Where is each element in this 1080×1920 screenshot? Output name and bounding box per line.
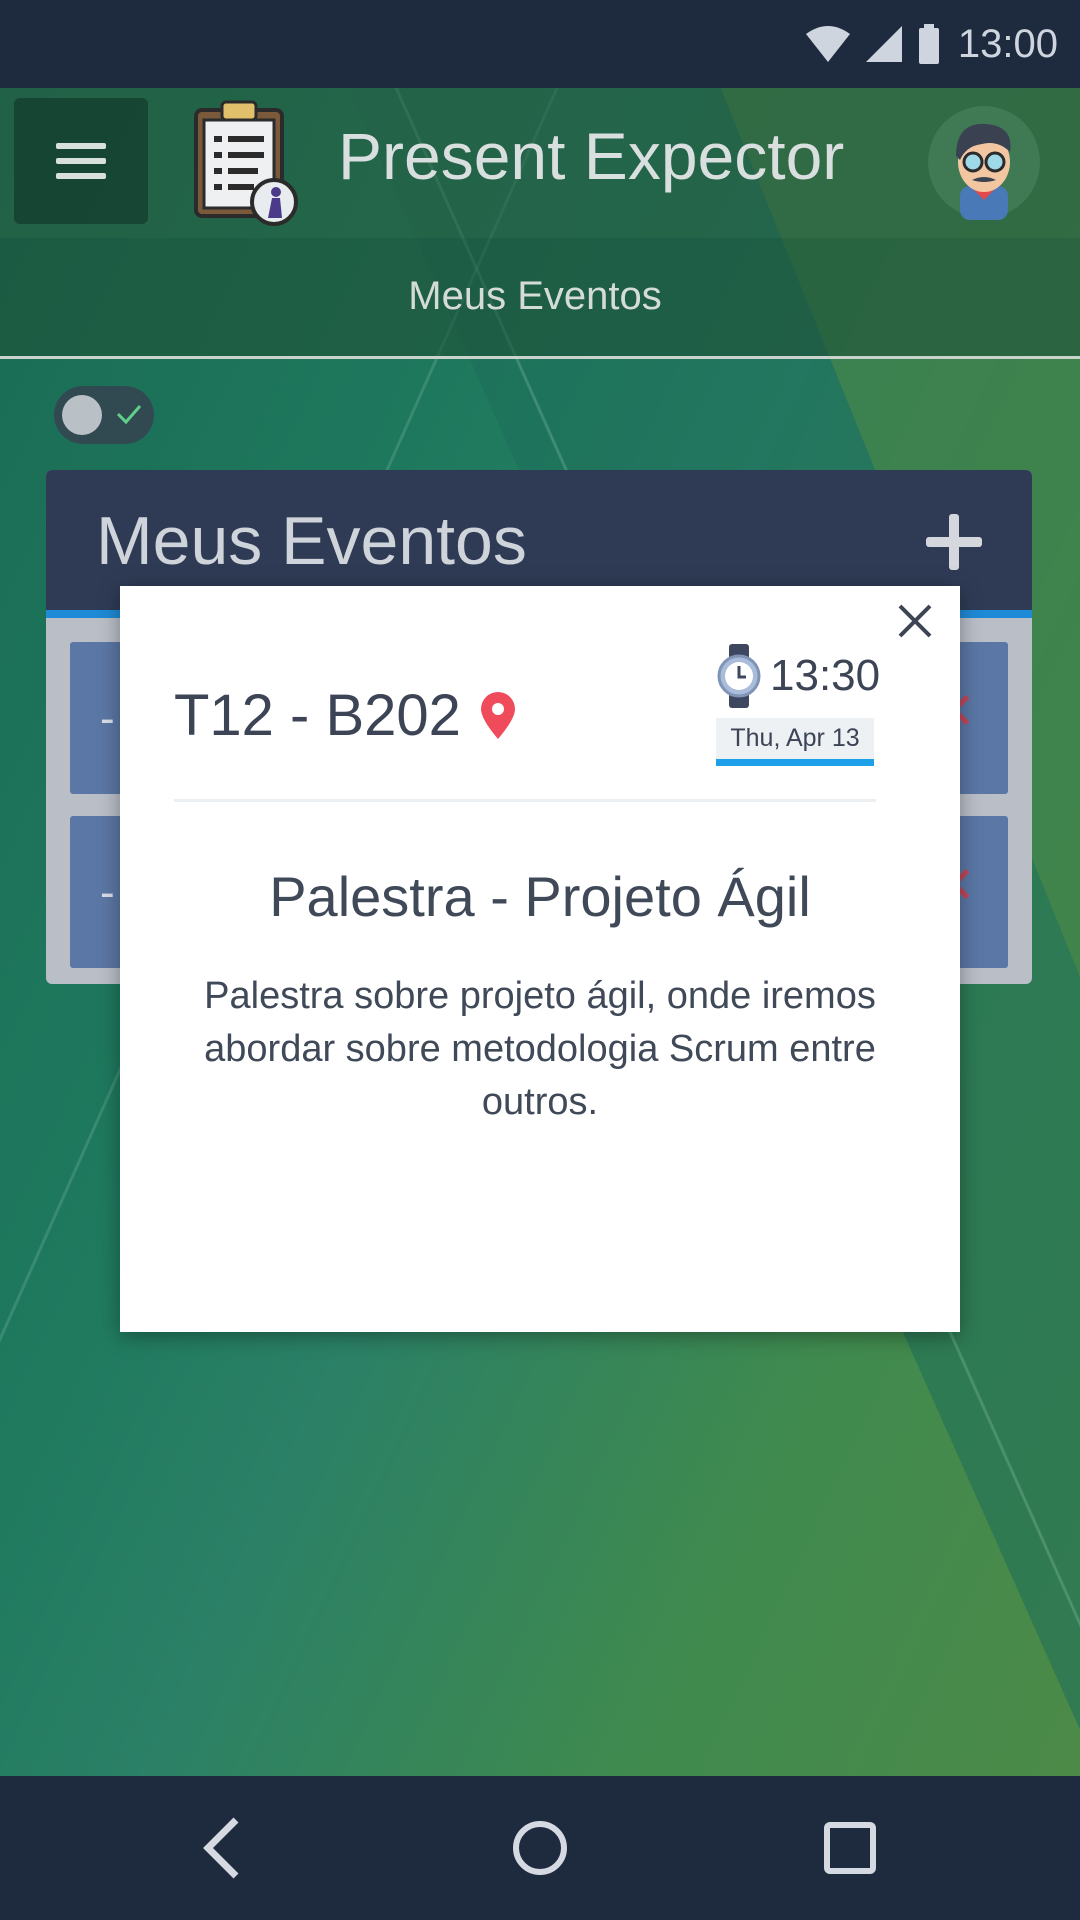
toggle-knob — [62, 395, 102, 435]
home-icon — [513, 1821, 567, 1875]
system-nav-bar — [0, 1776, 1080, 1920]
event-room: T12 - B202 — [174, 682, 519, 749]
event-title: Palestra - Projeto Ágil — [269, 865, 811, 928]
list-item-marker: - — [100, 868, 115, 917]
recents-icon — [824, 1822, 876, 1874]
recents-button[interactable] — [810, 1808, 890, 1888]
battery-icon — [918, 24, 939, 64]
filter-toggle[interactable] — [54, 386, 154, 444]
tab-meus-eventos[interactable]: Meus Eventos — [0, 274, 1070, 319]
location-pin-icon — [480, 691, 515, 739]
event-time-block: 13:30 Thu, Apr 13 — [716, 644, 896, 766]
event-date: Thu, Apr 13 — [716, 718, 874, 766]
watch-icon — [717, 644, 761, 708]
tab-bar: Meus Eventos — [0, 238, 1080, 359]
close-icon — [898, 604, 932, 638]
plus-icon[interactable] — [926, 512, 986, 572]
list-item-marker: - — [100, 694, 115, 743]
back-button[interactable] — [180, 1808, 260, 1888]
check-icon — [116, 405, 142, 425]
menu-icon — [56, 134, 106, 188]
app-bar: Present Expector — [0, 88, 1080, 238]
wifi-icon — [805, 26, 850, 62]
close-button[interactable] — [890, 596, 940, 646]
back-icon — [203, 1817, 239, 1879]
status-bar: 13:00 — [0, 0, 1080, 88]
clipboard-icon — [194, 100, 298, 226]
divider — [174, 799, 876, 802]
event-time: 13:30 — [770, 651, 881, 700]
status-time: 13:00 — [957, 21, 1058, 66]
app-title: Present Expector — [338, 119, 845, 193]
room-text: T12 - B202 — [174, 683, 461, 748]
event-description: Palestra sobre projeto ágil, onde iremos… — [204, 975, 876, 1123]
signal-icon — [865, 26, 902, 62]
event-detail-modal: T12 - B202 13:30 Thu, Apr 13 Palestra - … — [120, 586, 960, 1332]
events-title: Meus Eventos — [96, 503, 527, 579]
home-button[interactable] — [500, 1808, 580, 1888]
user-avatar[interactable] — [926, 104, 1042, 220]
menu-button[interactable] — [14, 98, 148, 224]
